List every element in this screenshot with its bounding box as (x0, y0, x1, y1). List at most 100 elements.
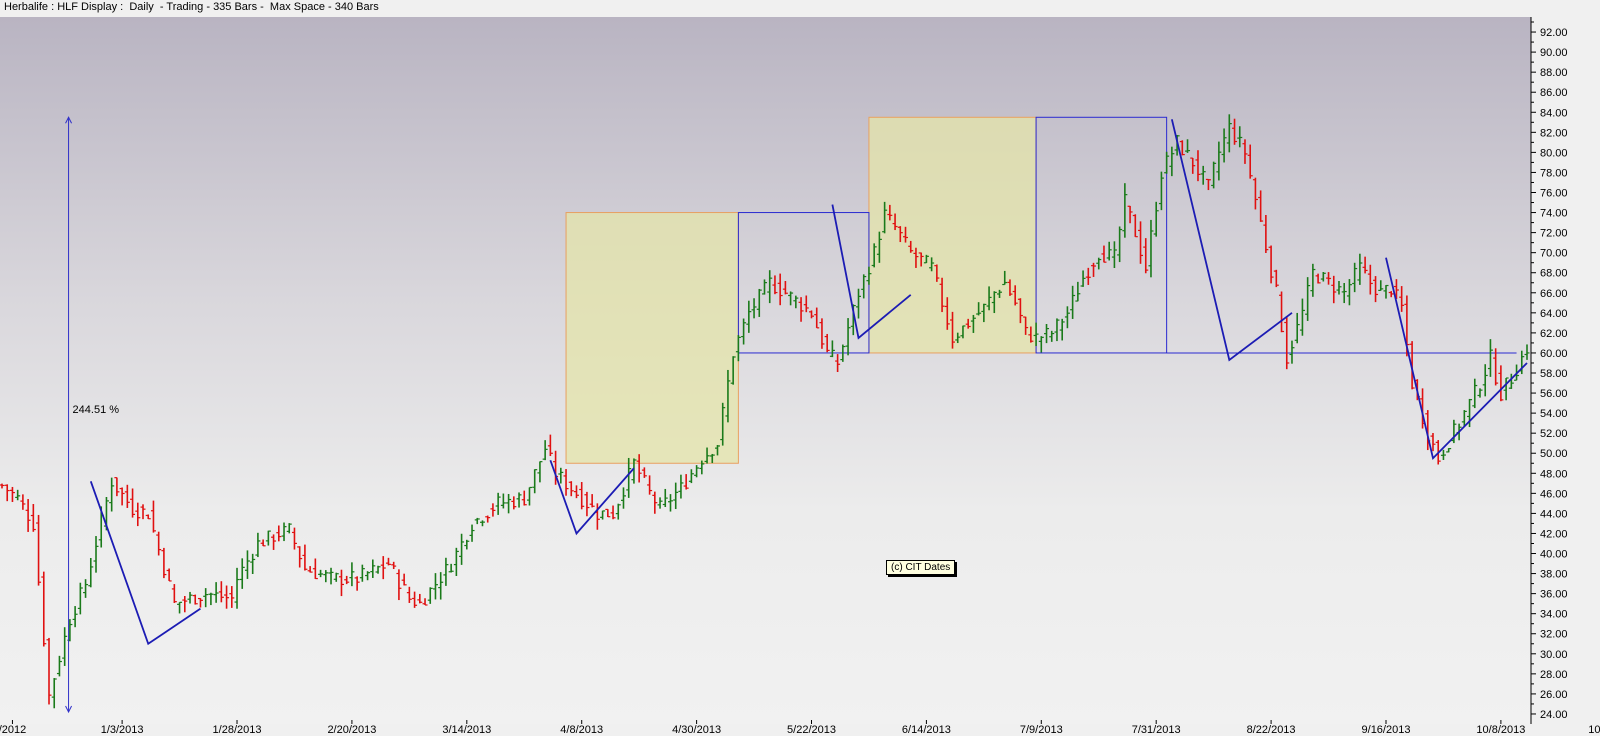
price-bar (88, 557, 94, 588)
price-bar (1498, 365, 1504, 402)
price-bar (25, 499, 31, 532)
price-bar (1232, 118, 1238, 145)
price-bar (391, 561, 397, 570)
price-bar (1252, 177, 1258, 210)
price-bar (130, 488, 136, 518)
price-bar (688, 469, 694, 484)
price-bar (156, 531, 162, 556)
price-bar (286, 523, 292, 534)
price-bar (318, 569, 324, 578)
price-bar (464, 539, 470, 550)
price-bar (532, 469, 538, 494)
price-bar (1341, 283, 1347, 304)
y-tick-label: 54.00 (1540, 408, 1568, 420)
price-bar (573, 485, 579, 499)
price-bar (203, 588, 209, 608)
price-bar (208, 592, 214, 606)
price-bar (297, 546, 303, 568)
price-bar (229, 586, 235, 608)
price-bar (1440, 449, 1446, 460)
price-bar (192, 594, 198, 605)
price-bar (438, 572, 444, 600)
y-tick-label: 52.00 (1540, 428, 1568, 440)
highlight-boxes (565, 116, 1517, 464)
price-bar (1158, 171, 1164, 211)
price-bar (62, 627, 68, 666)
y-tick-label: 48.00 (1540, 468, 1568, 480)
price-bar (558, 467, 564, 484)
price-bar (469, 524, 475, 542)
price-bar (380, 556, 386, 580)
price-bar (1080, 270, 1086, 287)
price-bar (1190, 157, 1196, 174)
price-bar (600, 510, 606, 520)
y-tick-label: 72.00 (1540, 228, 1568, 240)
y-tick-label: 60.00 (1540, 348, 1568, 360)
price-bar (406, 586, 412, 603)
price-bar (777, 273, 783, 306)
price-bar (1305, 277, 1311, 321)
price-bar (1211, 161, 1217, 189)
y-tick-label: 40.00 (1540, 549, 1568, 561)
price-bar (1373, 276, 1379, 303)
price-bar (359, 564, 365, 582)
price-bar (119, 487, 125, 506)
price-bar (652, 491, 658, 514)
price-bar (417, 593, 423, 604)
price-bar (1185, 139, 1191, 153)
price-bar (1132, 214, 1138, 238)
x-tick-label: 10/30/2013 (1588, 724, 1600, 736)
price-bar (109, 477, 115, 512)
price-bar (1106, 241, 1112, 261)
price-bar (1143, 238, 1149, 274)
price-bar (1315, 273, 1321, 284)
price-bar (647, 475, 653, 495)
price-bar (224, 585, 230, 609)
price-bar (1122, 183, 1128, 238)
price-bar (36, 514, 42, 586)
price-bar (1273, 269, 1279, 288)
price-bar (746, 300, 752, 333)
y-tick-label: 38.00 (1540, 569, 1568, 581)
y-tick-label: 56.00 (1540, 388, 1568, 400)
x-tick-label: 7/31/2013 (1132, 724, 1181, 736)
y-tick-label: 32.00 (1540, 629, 1568, 641)
ohlc-bars (0, 114, 1530, 709)
price-bar (485, 515, 491, 523)
price-bar (375, 565, 381, 574)
price-bar (1247, 144, 1253, 179)
frame-box-0 (737, 212, 870, 354)
x-tick-label: 9/16/2013 (1362, 724, 1411, 736)
x-tick-label: 7/9/2013 (1020, 724, 1063, 736)
price-bar (782, 281, 788, 295)
y-tick-label: 74.00 (1540, 208, 1568, 220)
price-bar (605, 508, 611, 518)
price-chart[interactable]: 24.00 26.00 28.00 30.00 32.00 34.00 36.00 38.00… (0, 0, 1600, 736)
price-bar (819, 318, 825, 349)
y-tick-label: 90.00 (1540, 47, 1568, 59)
price-bar (506, 493, 512, 514)
price-bar (662, 488, 668, 508)
price-bar (213, 582, 219, 603)
price-bar (83, 579, 89, 598)
y-tick-label: 58.00 (1540, 368, 1568, 380)
price-bar (1268, 245, 1274, 284)
price-bar (349, 562, 355, 587)
price-bar (370, 559, 376, 578)
price-bar (171, 584, 177, 603)
price-bar (72, 606, 78, 628)
price-bar (511, 496, 517, 510)
price-bar (1482, 364, 1488, 397)
x-tick-label: 4/30/2013 (672, 724, 721, 736)
price-bar (772, 275, 778, 295)
price-bar (1044, 323, 1050, 344)
price-bar (547, 434, 553, 457)
price-bar (1111, 241, 1117, 269)
x-tick-label: 6/14/2013 (902, 724, 951, 736)
measure-label: 244.51 % (73, 404, 120, 416)
price-bar (1085, 267, 1091, 285)
price-bar (1336, 281, 1342, 295)
y-tick-label: 24.00 (1540, 709, 1568, 721)
price-bar (835, 354, 841, 373)
y-tick-label: 26.00 (1540, 689, 1568, 701)
